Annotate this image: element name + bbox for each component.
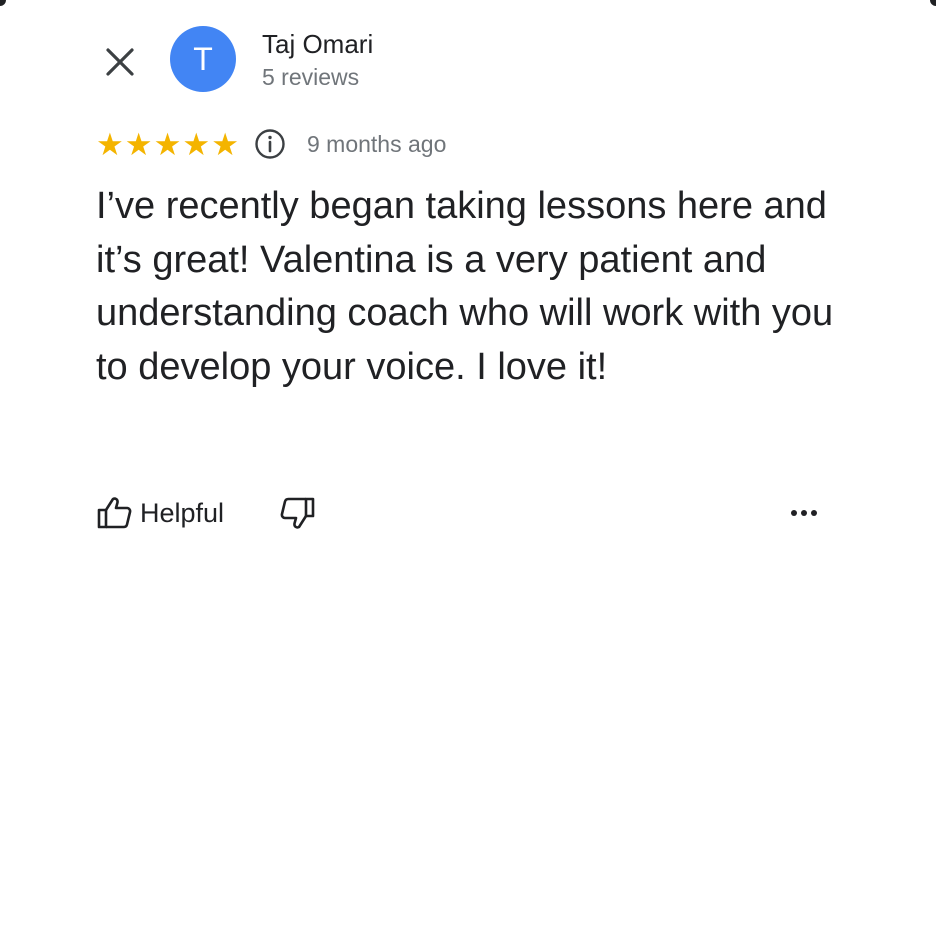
review-text: I’ve recently began taking lessons here … (96, 185, 834, 388)
star-icon: ★ (182, 126, 211, 162)
window-corner-right (930, 0, 936, 6)
avatar[interactable]: T (170, 26, 236, 92)
info-button[interactable] (254, 128, 286, 160)
info-icon (255, 129, 285, 159)
more-options-button[interactable] (786, 498, 822, 528)
star-rating: ★ ★ ★ ★ ★ (96, 129, 240, 160)
thumb-down-icon (280, 497, 315, 529)
star-icon: ★ (153, 126, 182, 162)
rating-row: ★ ★ ★ ★ ★ 9 months ago (96, 126, 446, 162)
reviewer-name[interactable]: Taj Omari (262, 28, 373, 60)
star-icon: ★ (124, 126, 153, 162)
helpful-label: Helpful (140, 497, 225, 528)
avatar-initial: T (193, 40, 213, 77)
reviewer-info: Taj Omari 5 reviews (262, 28, 373, 92)
thumb-up-icon (97, 497, 132, 529)
star-icon: ★ (211, 126, 239, 162)
close-icon (106, 48, 134, 76)
star-icon: ★ (96, 126, 124, 162)
close-button[interactable] (96, 38, 144, 86)
window-corner-left (0, 0, 6, 6)
review-timestamp: 9 months ago (306, 130, 447, 157)
reviewer-review-count: 5 reviews (262, 64, 360, 90)
more-horizontal-icon (791, 510, 817, 516)
helpful-button[interactable]: Helpful (96, 496, 224, 530)
not-helpful-button[interactable] (280, 496, 316, 530)
review-actions: Helpful (96, 490, 316, 536)
